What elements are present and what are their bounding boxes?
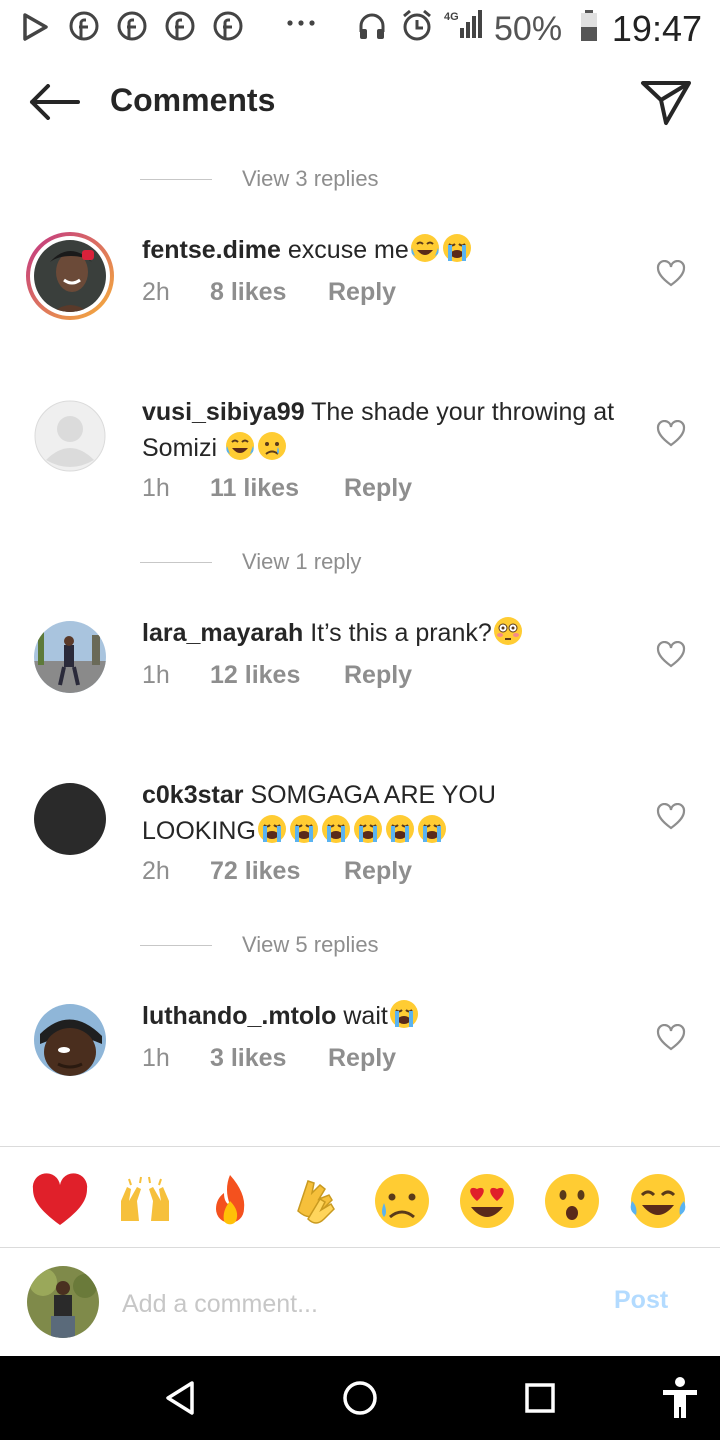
reply-divider	[140, 945, 212, 946]
sad-but-relieved-face-emoji	[257, 432, 286, 460]
view-replies-label: View 3 replies	[242, 166, 379, 191]
username[interactable]: vusi_sibiya99	[142, 398, 305, 426]
facebook-icon	[213, 11, 243, 41]
reply-button[interactable]: Reply	[344, 474, 412, 503]
face-with-tears-of-joy-emoji	[225, 432, 254, 460]
flushed-face-emoji	[493, 617, 522, 645]
quick-reactions-bar	[0, 1146, 720, 1248]
comment-text: fentse.dime excuse me	[142, 232, 632, 268]
battery-percent: 50%	[494, 10, 563, 48]
send-icon[interactable]	[640, 78, 692, 126]
reply-button[interactable]: Reply	[344, 857, 412, 886]
battery-icon	[581, 10, 597, 41]
avatar[interactable]	[34, 1004, 106, 1076]
heart-icon[interactable]	[656, 641, 686, 669]
fire-emoji[interactable]	[200, 1171, 260, 1231]
recents-square-icon[interactable]	[524, 1382, 556, 1414]
facebook-icon	[69, 11, 99, 41]
face-with-open-mouth-emoji[interactable]	[542, 1171, 602, 1231]
heart-icon[interactable]	[656, 803, 686, 831]
page-title: Comments	[110, 82, 276, 118]
username[interactable]: c0k3star	[142, 781, 243, 809]
accessibility-icon[interactable]	[660, 1376, 700, 1420]
comment-message: It’s this a prank?	[310, 619, 492, 647]
loudly-crying-face-emoji	[385, 815, 414, 843]
likes-count[interactable]: 12 likes	[210, 661, 300, 690]
comment-input[interactable]	[122, 1284, 552, 1324]
avatar[interactable]	[26, 232, 114, 320]
post-button[interactable]: Post	[614, 1286, 668, 1315]
loudly-crying-face-emoji	[417, 815, 446, 843]
heart-icon[interactable]	[656, 260, 686, 288]
loudly-crying-face-emoji	[389, 1000, 418, 1028]
heart-icon[interactable]	[656, 1024, 686, 1052]
reply-button[interactable]: Reply	[328, 1044, 396, 1073]
comment-text: luthando_.mtolo wait	[142, 998, 632, 1034]
avatar[interactable]	[34, 783, 106, 855]
username[interactable]: luthando_.mtolo	[142, 1002, 336, 1030]
play-store-icon	[23, 13, 48, 41]
face-with-tears-of-joy-emoji[interactable]	[628, 1171, 688, 1231]
reply-divider	[140, 562, 212, 563]
likes-count[interactable]: 72 likes	[210, 857, 300, 886]
view-replies-button[interactable]: View 5 replies	[140, 930, 540, 960]
comment-text: vusi_sibiya99 The shade your throwing at…	[142, 394, 632, 466]
heart-icon[interactable]	[656, 420, 686, 448]
reply-button[interactable]: Reply	[344, 661, 412, 690]
header: Comments	[0, 56, 720, 152]
comment-text: c0k3star SOMGAGA ARE YOU LOOKING	[142, 777, 582, 849]
headphones-icon	[359, 13, 385, 39]
avatar	[27, 1266, 99, 1338]
comment-time: 1h	[142, 661, 170, 689]
loudly-crying-face-emoji	[289, 815, 318, 843]
alarm-icon	[403, 9, 431, 41]
comment-time: 1h	[142, 474, 170, 502]
avatar[interactable]	[34, 400, 106, 472]
sad-but-relieved-face-emoji[interactable]	[372, 1171, 432, 1231]
more-dots-icon	[287, 20, 315, 26]
likes-count[interactable]: 3 likes	[210, 1044, 286, 1073]
loudly-crying-face-emoji	[442, 234, 471, 262]
loudly-crying-face-emoji	[257, 815, 286, 843]
home-circle-icon[interactable]	[342, 1380, 378, 1416]
raising-hands-emoji[interactable]	[115, 1171, 175, 1231]
username[interactable]: fentse.dime	[142, 236, 281, 264]
facebook-icon	[165, 11, 195, 41]
comment-time: 2h	[142, 857, 170, 885]
view-replies-button[interactable]: View 1 reply	[140, 547, 540, 577]
clapping-hands-emoji[interactable]	[286, 1171, 346, 1231]
clock: 19:47	[611, 8, 702, 49]
view-replies-label: View 5 replies	[242, 932, 379, 957]
comment-message: excuse me	[287, 236, 409, 264]
comment-text: lara_mayarah It’s this a prank?	[142, 615, 632, 651]
avatar[interactable]	[34, 621, 106, 693]
signal-icon: 4G	[444, 10, 482, 38]
arrow-left-icon[interactable]	[28, 84, 80, 120]
add-comment-bar: Post	[0, 1248, 720, 1356]
loudly-crying-face-emoji	[353, 815, 382, 843]
status-bar: 4G 50% 19:47	[0, 0, 720, 56]
reply-button[interactable]: Reply	[328, 278, 396, 307]
comment-message: wait	[343, 1002, 388, 1030]
smiling-face-with-heart-eyes-emoji[interactable]	[457, 1171, 517, 1231]
likes-count[interactable]: 11 likes	[210, 474, 299, 503]
loudly-crying-face-emoji	[321, 815, 350, 843]
likes-count[interactable]: 8 likes	[210, 278, 286, 307]
view-replies-button[interactable]: View 3 replies	[140, 164, 540, 194]
reply-divider	[140, 179, 212, 180]
back-triangle-icon[interactable]	[164, 1380, 196, 1416]
facebook-icon	[117, 11, 147, 41]
comment-time: 2h	[142, 278, 170, 306]
system-nav-bar	[0, 1356, 720, 1440]
comment-time: 1h	[142, 1044, 170, 1072]
red-heart-emoji[interactable]	[30, 1171, 90, 1231]
view-replies-label: View 1 reply	[242, 549, 362, 574]
network-label: 4G	[444, 11, 459, 23]
face-with-tears-of-joy-emoji	[410, 234, 439, 262]
username[interactable]: lara_mayarah	[142, 619, 303, 647]
